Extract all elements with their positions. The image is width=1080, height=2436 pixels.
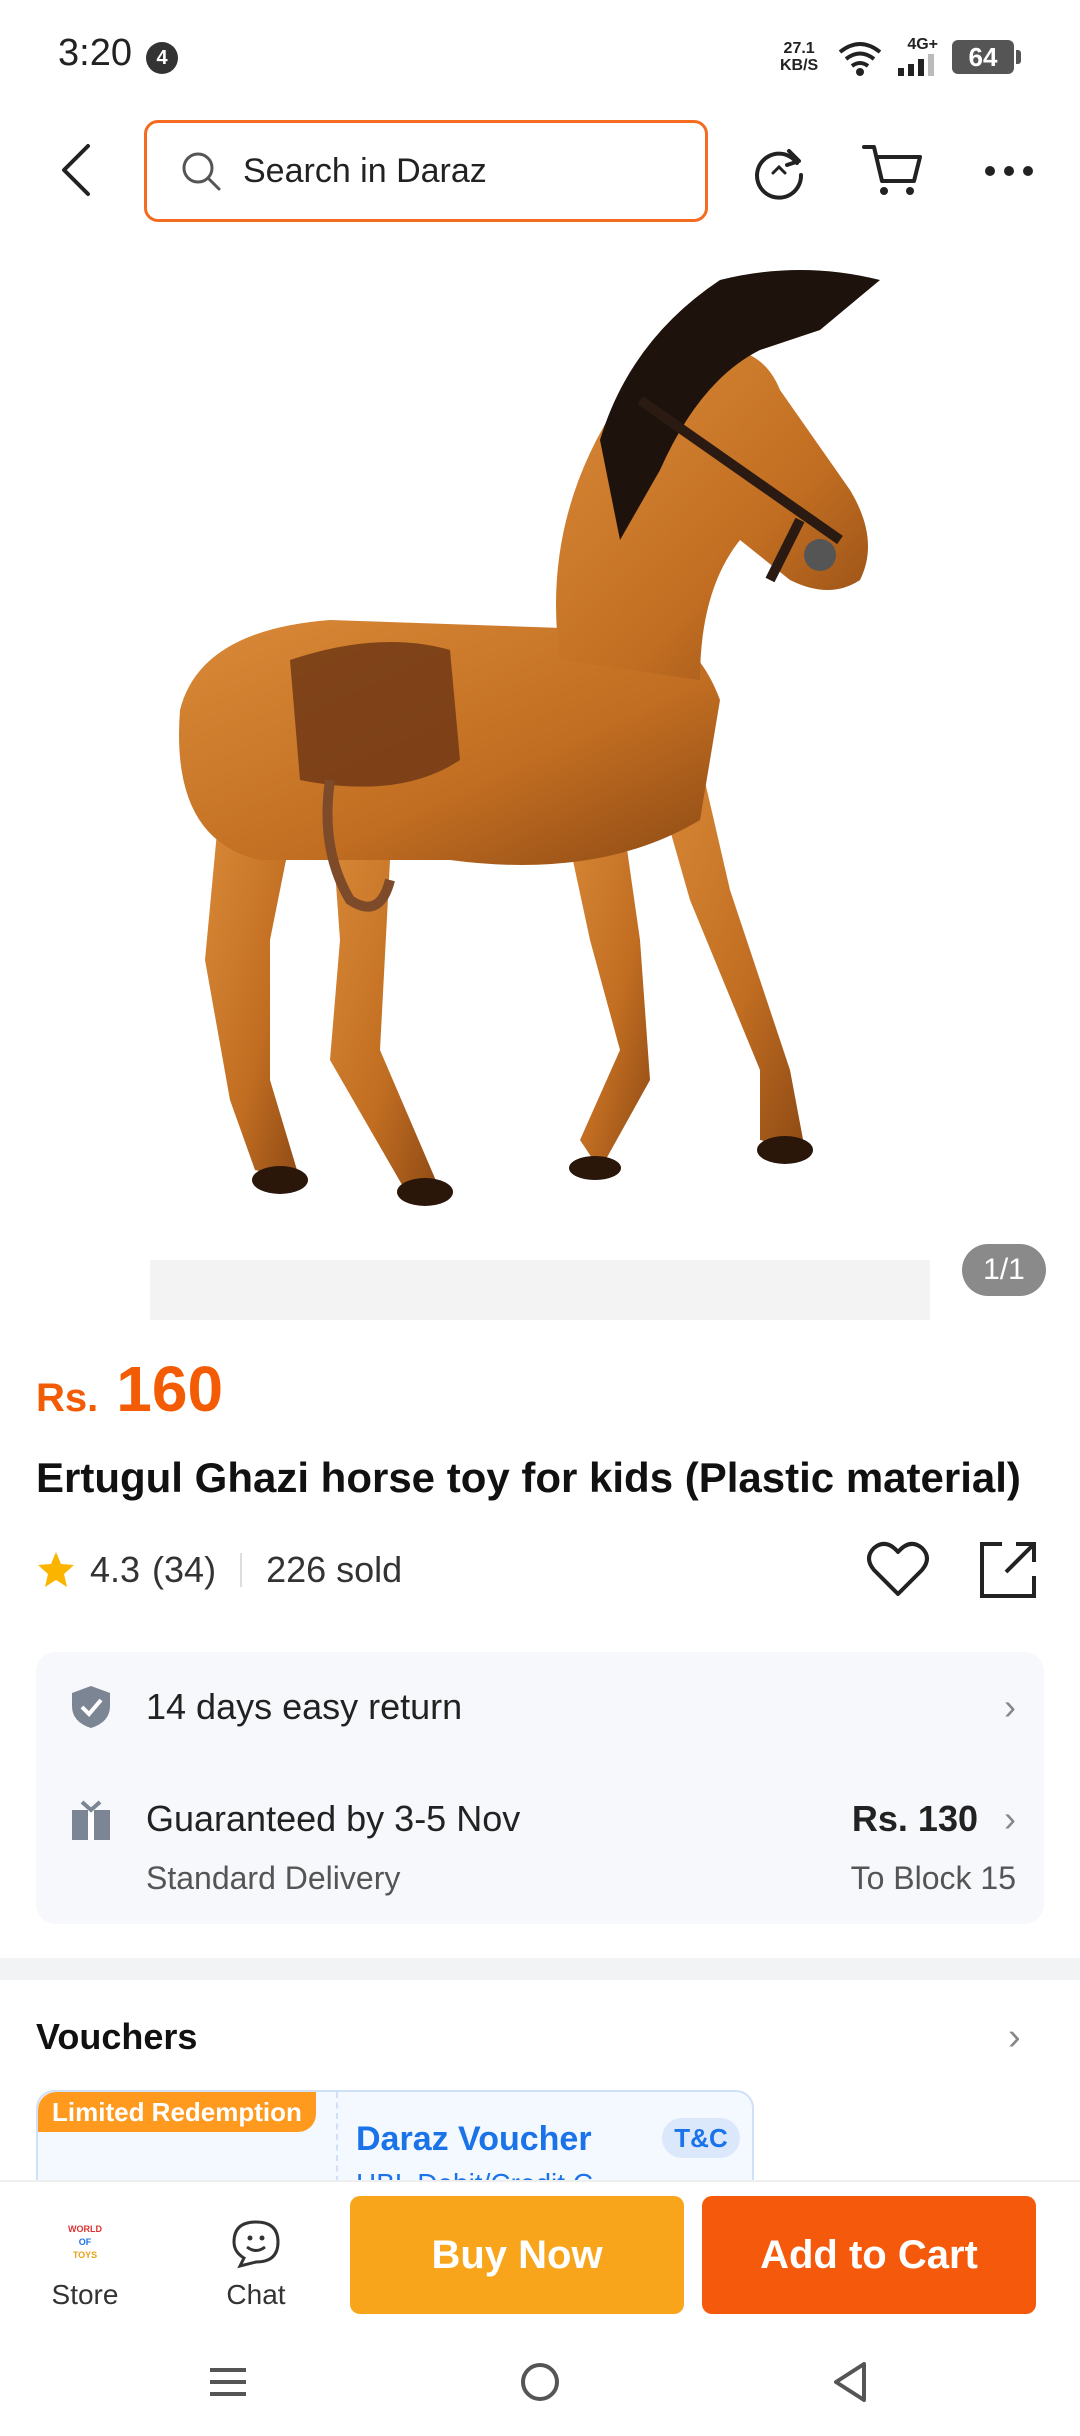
- chevron-right-icon: ›: [1004, 1798, 1016, 1839]
- return-text: 14 days easy return: [146, 1686, 463, 1727]
- net-speed-value: 27.1: [783, 40, 815, 57]
- more-icon: [985, 166, 1033, 176]
- wifi-icon: [836, 38, 884, 83]
- limited-redemption-badge: Limited Redemption: [38, 2092, 316, 2132]
- system-navigation-bar: [0, 2326, 1080, 2436]
- back-arrow-icon: [62, 144, 90, 196]
- vouchers-chevron-icon[interactable]: ›: [1008, 2016, 1021, 2059]
- voucher-subtitle: HBL Debit/Credit C...: [356, 2168, 616, 2180]
- net-speed-unit: KB/S: [780, 57, 819, 74]
- chat-button[interactable]: Chat: [196, 2218, 316, 2328]
- home-circle-icon: [521, 2363, 559, 2401]
- svg-text:OF: OF: [79, 2237, 92, 2247]
- rating-separator: [240, 1553, 243, 1587]
- search-input[interactable]: Search in Daraz: [144, 120, 708, 222]
- battery-tip: [1016, 50, 1021, 64]
- price: Rs. 160: [36, 1352, 223, 1426]
- home-button[interactable]: [510, 2354, 570, 2410]
- buy-now-button[interactable]: Buy Now: [350, 2196, 684, 2314]
- network-type: 4G+: [907, 36, 938, 53]
- store-button[interactable]: WORLD OF TOYS Store: [20, 2218, 150, 2328]
- image-counter: 1/1: [962, 1244, 1046, 1296]
- shield-check-icon: [72, 1686, 110, 1728]
- heart-icon: [867, 1541, 929, 1596]
- action-bar: WORLD OF TOYS Store Chat Buy Now Add to …: [0, 2180, 1080, 2326]
- sold-count: 226 sold: [266, 1549, 403, 1590]
- signal-icon: 4G+: [896, 36, 938, 81]
- chevron-right-icon: ›: [1004, 1686, 1016, 1727]
- menu-lines-icon: [210, 2368, 246, 2396]
- search-icon: [179, 149, 223, 193]
- star-icon: [38, 1552, 74, 1587]
- chat-icon: [232, 2220, 280, 2269]
- refresh-button[interactable]: [744, 136, 814, 206]
- recent-apps-button[interactable]: [198, 2354, 258, 2410]
- share-icon: [980, 1542, 1036, 1598]
- svg-text:WORLD: WORLD: [68, 2224, 102, 2234]
- store-label: Store: [51, 2279, 119, 2310]
- share-button[interactable]: [972, 1534, 1044, 1606]
- status-time: 3:20: [58, 32, 132, 74]
- price-value: 160: [116, 1353, 224, 1425]
- voucher-divider: [336, 2092, 338, 2180]
- top-header: Search in Daraz: [0, 110, 1080, 230]
- notification-badge: 4: [146, 42, 178, 74]
- rating-row[interactable]: 4.3 (34) 226 sold: [36, 1540, 402, 1600]
- add-to-cart-button[interactable]: Add to Cart: [702, 2196, 1036, 2314]
- delivery-row[interactable]: Guaranteed by 3-5 Nov Standard Delivery …: [36, 1762, 1044, 1924]
- delivery-fee: Rs. 130: [851, 1798, 978, 1839]
- more-button[interactable]: [974, 136, 1044, 206]
- delivery-text: Guaranteed by 3-5 Nov: [146, 1798, 521, 1839]
- vouchers-title: Vouchers: [36, 2016, 198, 2057]
- delivery-type: Standard Delivery: [146, 1860, 401, 1896]
- back-button[interactable]: [46, 138, 106, 202]
- status-bar: 3:20 4 27.1 KB/S 4G+ 64: [0, 0, 1080, 110]
- chat-label: Chat: [226, 2279, 286, 2310]
- review-count: (34): [152, 1549, 217, 1590]
- wishlist-button[interactable]: [862, 1534, 934, 1606]
- net-speed: 27.1 KB/S: [780, 40, 818, 74]
- voucher-name: Daraz Voucher: [356, 2120, 592, 2158]
- cart-button[interactable]: [858, 136, 928, 206]
- terms-badge[interactable]: T&C: [662, 2118, 740, 2158]
- delivery-location: To Block 15: [850, 1860, 1016, 1896]
- return-policy-row[interactable]: 14 days easy return ›: [36, 1652, 1044, 1762]
- horse-toy-image: [150, 240, 930, 1320]
- service-card: 14 days easy return › Guaranteed by 3-5 …: [36, 1652, 1044, 1924]
- package-icon: [72, 1800, 110, 1840]
- section-divider: [0, 1958, 1080, 1980]
- voucher-card[interactable]: Limited Redemption Daraz Voucher T&C HBL…: [36, 2090, 754, 2180]
- price-currency: Rs.: [36, 1376, 99, 1420]
- cart-icon: [862, 145, 922, 195]
- store-logo: WORLD OF TOYS: [68, 2224, 102, 2260]
- product-image[interactable]: [0, 240, 1080, 1330]
- refresh-icon: [755, 149, 804, 200]
- system-back-button[interactable]: [820, 2354, 880, 2410]
- svg-text:TOYS: TOYS: [73, 2250, 97, 2260]
- rating-value: 4.3: [90, 1549, 141, 1590]
- battery-indicator: 64: [952, 40, 1014, 74]
- back-triangle-icon: [834, 2362, 866, 2402]
- search-placeholder: Search in Daraz: [243, 151, 487, 190]
- product-title: Ertugul Ghazi horse toy for kids (Plasti…: [36, 1454, 1021, 1501]
